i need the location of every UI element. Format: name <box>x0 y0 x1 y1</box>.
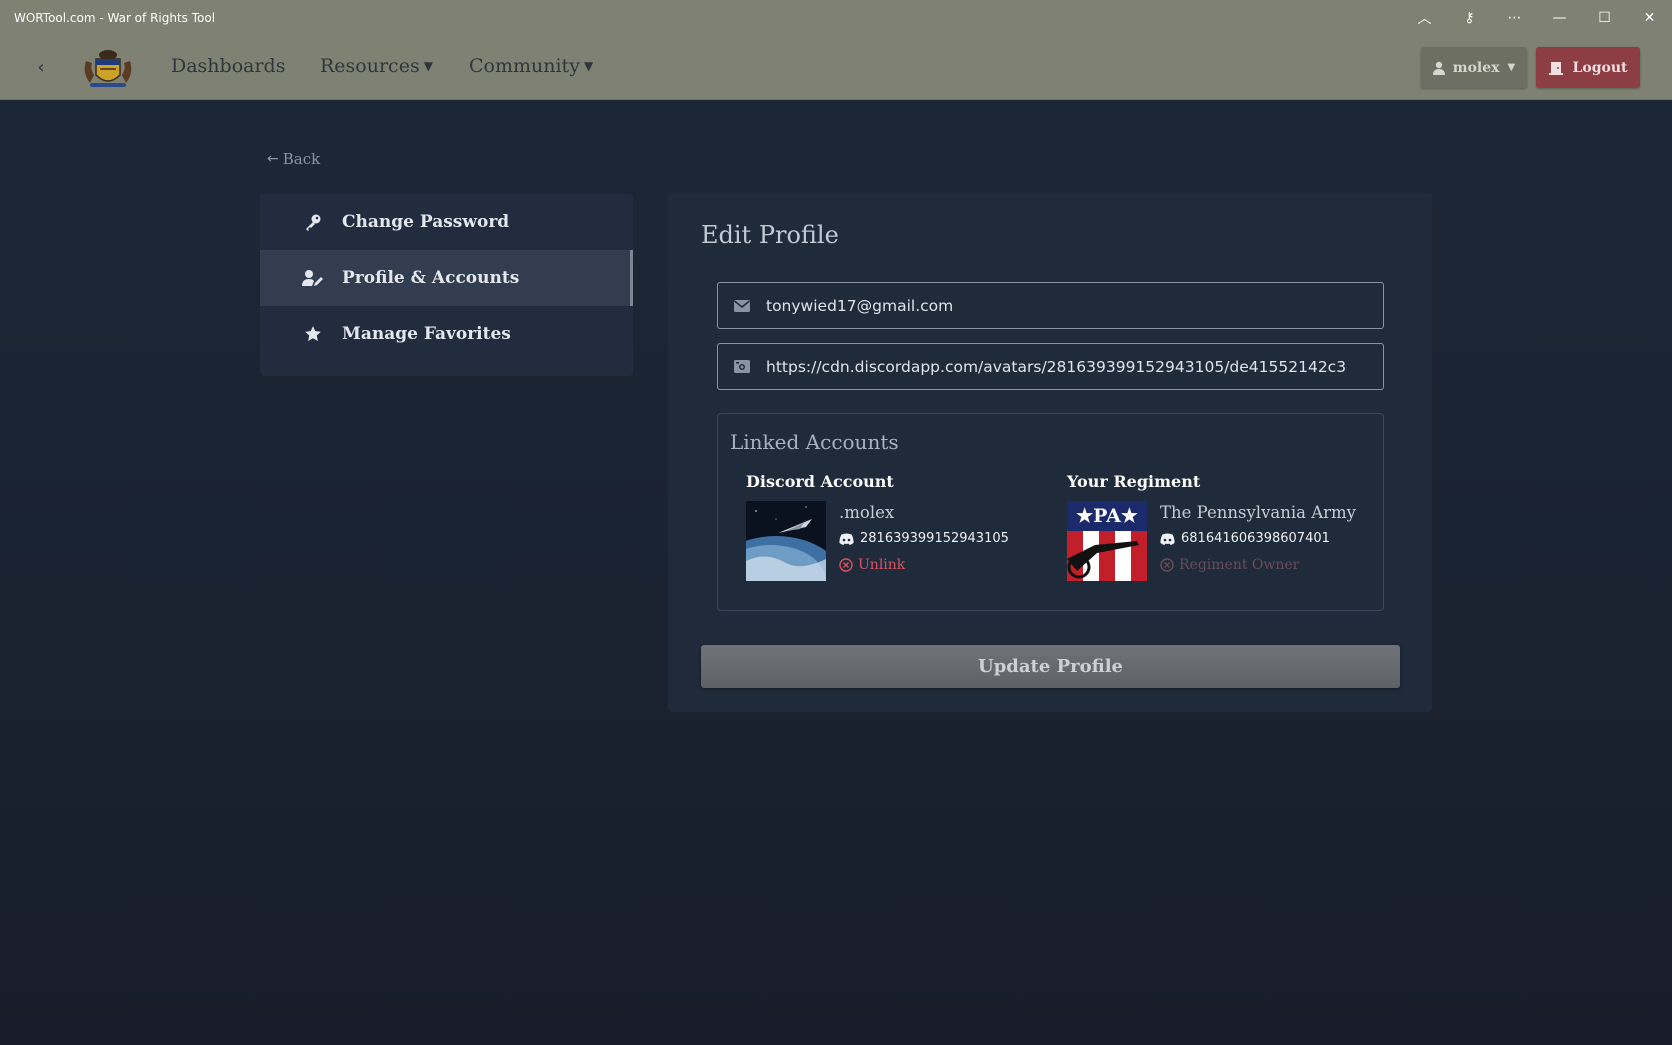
circle-x-icon <box>839 558 853 572</box>
chevron-left-icon[interactable]: ‹ <box>30 55 52 79</box>
envelope-icon <box>718 299 766 312</box>
regiment-account: Your Regiment ★PA★ The Pennsylvania Army… <box>1067 472 1356 581</box>
edit-profile-panel: Edit Profile Linked Accounts Discord Acc… <box>668 193 1432 712</box>
linked-accounts-title: Linked Accounts <box>730 430 899 454</box>
arrow-left-icon: ← <box>267 151 279 167</box>
avatar-url-field[interactable] <box>717 343 1384 390</box>
logout-button[interactable]: Logout <box>1536 47 1640 88</box>
close-icon[interactable]: ✕ <box>1627 0 1672 35</box>
user-menu-button[interactable]: molex ▼ <box>1421 47 1527 88</box>
image-icon <box>718 360 766 373</box>
window-titlebar: WORTool.com - War of Rights Tool ︿ ⚷ ⋯ —… <box>0 0 1672 35</box>
unlink-label: Unlink <box>858 557 906 573</box>
regiment-owner-label: Regiment Owner <box>1179 557 1300 573</box>
discord-icon <box>839 533 854 545</box>
door-icon <box>1548 61 1563 75</box>
nav-community-label: Community <box>469 55 580 77</box>
window-title: WORTool.com - War of Rights Tool <box>14 10 216 25</box>
discord-username: .molex <box>839 503 895 522</box>
settings-sidebar: Change Password Profile & Accounts Manag… <box>260 194 633 376</box>
regiment-id-value: 681641606398607401 <box>1181 531 1330 546</box>
regiment-heading: Your Regiment <box>1067 472 1201 491</box>
caret-down-icon: ▼ <box>1507 62 1516 73</box>
user-edit-icon <box>302 269 324 287</box>
nav-resources-label: Resources <box>320 55 420 77</box>
star-icon <box>302 325 324 343</box>
logout-label: Logout <box>1572 59 1628 76</box>
avatar-url-input[interactable] <box>766 357 1347 376</box>
sidebar-item-manage-favorites[interactable]: Manage Favorites <box>260 306 633 362</box>
site-logo[interactable] <box>80 45 136 89</box>
nav-resources[interactable]: Resources ▼ <box>320 55 433 77</box>
coat-of-arms-icon <box>84 50 132 87</box>
sidebar-item-change-password[interactable]: Change Password <box>260 194 633 250</box>
nav-dashboards[interactable]: Dashboards <box>171 55 285 77</box>
collapse-icon[interactable]: ︿ <box>1402 0 1447 35</box>
regiment-name: The Pennsylvania Army <box>1160 503 1357 522</box>
discord-id: 281639399152943105 <box>839 531 1009 546</box>
key-icon <box>302 213 324 231</box>
email-field[interactable] <box>717 282 1384 329</box>
window-controls: ︿ ⚷ ⋯ — ☐ ✕ <box>1402 0 1672 35</box>
back-link-label: Back <box>282 150 321 168</box>
top-navbar: ‹ Dashboards Resources ▼ Community ▼ mol… <box>0 35 1672 100</box>
nav-community[interactable]: Community ▼ <box>469 55 593 77</box>
user-icon <box>1432 61 1445 75</box>
maximize-icon[interactable]: ☐ <box>1582 0 1627 35</box>
user-menu-label: molex <box>1452 59 1500 76</box>
update-profile-button[interactable]: Update Profile <box>701 645 1400 688</box>
caret-down-icon: ▼ <box>423 59 433 73</box>
back-link[interactable]: ← Back <box>267 150 320 168</box>
regiment-badge-text: ★PA★ <box>1076 505 1138 527</box>
regiment-owner-status: Regiment Owner <box>1160 557 1356 573</box>
regiment-id: 681641606398607401 <box>1160 531 1356 546</box>
page-title: Edit Profile <box>701 221 839 249</box>
regiment-logo: ★PA★ <box>1067 501 1147 581</box>
linked-accounts-box: Linked Accounts Discord Account .molex 2… <box>717 413 1384 611</box>
circle-x-icon <box>1160 558 1174 572</box>
discord-avatar <box>746 501 826 581</box>
sidebar-item-label: Manage Favorites <box>342 324 511 344</box>
key-icon[interactable]: ⚷ <box>1447 0 1492 35</box>
sidebar-item-profile-accounts[interactable]: Profile & Accounts <box>260 250 633 306</box>
discord-account-heading: Discord Account <box>746 472 894 491</box>
email-input[interactable] <box>766 296 1347 315</box>
caret-down-icon: ▼ <box>583 59 594 73</box>
discord-icon <box>1160 533 1175 545</box>
discord-id-value: 281639399152943105 <box>860 531 1009 546</box>
unlink-button[interactable]: Unlink <box>839 557 1009 573</box>
more-icon[interactable]: ⋯ <box>1492 0 1537 35</box>
sidebar-item-label: Profile & Accounts <box>342 268 520 288</box>
sidebar-item-label: Change Password <box>342 212 510 232</box>
discord-account: Discord Account .molex 28163939915294310… <box>746 472 1009 581</box>
nav-dashboards-label: Dashboards <box>171 55 286 77</box>
minimize-icon[interactable]: — <box>1537 0 1582 35</box>
